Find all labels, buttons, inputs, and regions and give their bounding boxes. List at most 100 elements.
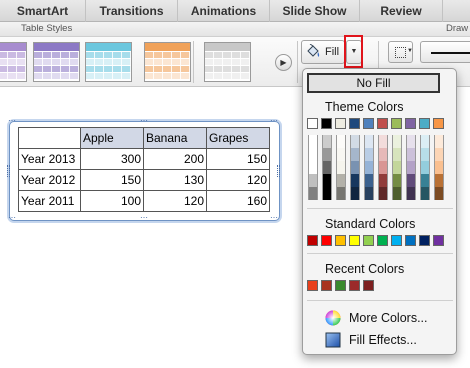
theme-shade-swatch[interactable] (378, 135, 388, 148)
theme-shade-swatch[interactable] (434, 161, 444, 174)
table-style-thumb-5[interactable] (204, 42, 251, 82)
theme-color-swatch[interactable] (307, 118, 318, 129)
resize-handle-bottom-left[interactable]: ⋯ (8, 213, 16, 222)
resize-handle-right[interactable] (277, 165, 280, 177)
resize-handle-bottom[interactable]: ⋯ (140, 213, 148, 222)
table-cell[interactable]: 150 (80, 169, 144, 191)
tab-animations[interactable]: Animations (178, 0, 270, 22)
theme-color-swatch[interactable] (363, 118, 374, 129)
table-cell[interactable]: Year 2012 (18, 169, 81, 191)
theme-shade-swatch[interactable] (392, 174, 402, 187)
theme-shade-swatch[interactable] (308, 174, 318, 187)
recent-color-swatch[interactable] (321, 280, 332, 291)
theme-color-swatch[interactable] (321, 118, 332, 129)
theme-shade-swatch[interactable] (350, 187, 360, 200)
theme-shade-swatch[interactable] (322, 135, 332, 148)
no-fill-button[interactable]: No Fill (307, 73, 440, 93)
theme-shade-swatch[interactable] (336, 161, 346, 174)
theme-shade-swatch[interactable] (322, 174, 332, 187)
theme-shade-swatch[interactable] (378, 148, 388, 161)
resize-handle-top-right[interactable]: ⋯ (270, 116, 278, 125)
theme-color-swatch[interactable] (335, 118, 346, 129)
theme-shade-swatch[interactable] (336, 135, 346, 148)
theme-color-swatch[interactable] (391, 118, 402, 129)
standard-color-swatch[interactable] (405, 235, 416, 246)
theme-shade-swatch[interactable] (378, 161, 388, 174)
theme-shade-swatch[interactable] (364, 148, 374, 161)
recent-color-swatch[interactable] (363, 280, 374, 291)
theme-shade-swatch[interactable] (392, 161, 402, 174)
theme-shade-swatch[interactable] (406, 187, 416, 200)
table-style-thumb-4[interactable] (144, 42, 191, 82)
data-table[interactable]: Apple Banana Grapes Year 2013 300 200 15… (18, 127, 270, 212)
theme-shade-swatch[interactable] (392, 135, 402, 148)
theme-shade-swatch[interactable] (336, 174, 346, 187)
gallery-next-arrow-icon[interactable]: ▶ (275, 54, 292, 71)
theme-shade-swatch[interactable] (364, 187, 374, 200)
theme-shade-swatch[interactable] (420, 161, 430, 174)
table-header-cell[interactable]: Banana (143, 127, 207, 149)
theme-shade-swatch[interactable] (350, 161, 360, 174)
table-header-cell[interactable] (18, 127, 81, 149)
standard-color-swatch[interactable] (391, 235, 402, 246)
standard-color-swatch[interactable] (349, 235, 360, 246)
standard-color-swatch[interactable] (335, 235, 346, 246)
fill-button[interactable]: Fill (301, 40, 345, 64)
theme-shade-swatch[interactable] (378, 187, 388, 200)
borders-button[interactable]: ▼ (388, 41, 413, 63)
table-cell[interactable]: 120 (143, 190, 207, 212)
table-style-thumb-2[interactable] (33, 42, 80, 82)
table-header-cell[interactable]: Grapes (206, 127, 270, 149)
theme-shade-swatch[interactable] (336, 187, 346, 200)
table-cell[interactable]: 130 (143, 169, 207, 191)
theme-shade-swatch[interactable] (308, 135, 318, 148)
theme-shade-swatch[interactable] (350, 135, 360, 148)
theme-shade-swatch[interactable] (336, 148, 346, 161)
theme-shade-swatch[interactable] (434, 135, 444, 148)
resize-handle-left[interactable] (7, 165, 10, 177)
theme-shade-swatch[interactable] (378, 174, 388, 187)
theme-shade-swatch[interactable] (364, 135, 374, 148)
theme-shade-swatch[interactable] (308, 148, 318, 161)
line-weight-button[interactable] (420, 41, 470, 63)
theme-shade-swatch[interactable] (420, 148, 430, 161)
theme-shade-swatch[interactable] (392, 187, 402, 200)
theme-shade-swatch[interactable] (420, 174, 430, 187)
tab-smartart[interactable]: SmartArt (0, 0, 86, 22)
table-frame[interactable]: ⋯ ⋯ ⋯ ⋯ ⋯ ⋯ Apple Banana Grapes Year 201… (7, 116, 280, 222)
standard-color-swatch[interactable] (363, 235, 374, 246)
table-cell[interactable]: 200 (143, 148, 207, 170)
recent-color-swatch[interactable] (349, 280, 360, 291)
resize-handle-top-left[interactable]: ⋯ (8, 116, 16, 125)
standard-color-swatch[interactable] (377, 235, 388, 246)
theme-shade-swatch[interactable] (322, 148, 332, 161)
resize-handle-top[interactable]: ⋯ (140, 116, 148, 125)
table-cell[interactable]: Year 2011 (18, 190, 81, 212)
table-cell[interactable]: 300 (80, 148, 144, 170)
fill-effects-item[interactable]: Fill Effects... (349, 333, 417, 347)
table-cell[interactable]: Year 2013 (18, 148, 81, 170)
recent-color-swatch[interactable] (307, 280, 318, 291)
recent-color-swatch[interactable] (335, 280, 346, 291)
theme-color-swatch[interactable] (433, 118, 444, 129)
theme-shade-swatch[interactable] (420, 135, 430, 148)
table-cell[interactable]: 120 (206, 169, 270, 191)
theme-shade-swatch[interactable] (434, 174, 444, 187)
theme-shade-swatch[interactable] (392, 148, 402, 161)
theme-shade-swatch[interactable] (308, 187, 318, 200)
theme-shade-swatch[interactable] (308, 161, 318, 174)
table-style-thumb-1[interactable] (0, 42, 27, 82)
resize-handle-bottom-right[interactable]: ⋯ (270, 213, 278, 222)
more-colors-item[interactable]: More Colors... (349, 311, 428, 325)
theme-shade-swatch[interactable] (322, 187, 332, 200)
table-cell[interactable]: 160 (206, 190, 270, 212)
theme-shade-swatch[interactable] (350, 174, 360, 187)
theme-shade-swatch[interactable] (364, 174, 374, 187)
table-style-thumb-3[interactable] (85, 42, 132, 82)
tab-slide-show[interactable]: Slide Show (270, 0, 360, 22)
tab-review[interactable]: Review (360, 0, 443, 22)
theme-color-swatch[interactable] (349, 118, 360, 129)
theme-color-swatch[interactable] (419, 118, 430, 129)
table-cell[interactable]: 100 (80, 190, 144, 212)
standard-color-swatch[interactable] (419, 235, 430, 246)
